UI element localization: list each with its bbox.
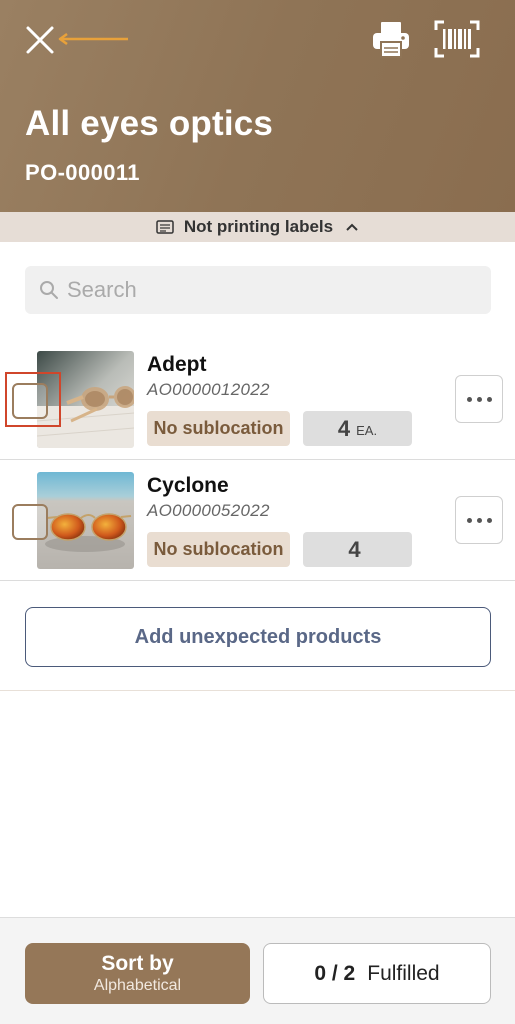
more-options-button[interactable] [455, 496, 503, 544]
product-name: Adept [147, 353, 207, 376]
more-options-button[interactable] [455, 375, 503, 423]
fulfilled-count: 0 / 2 [314, 961, 356, 985]
po-number: PO-000011 [25, 160, 140, 185]
sublocation-button[interactable]: No sublocation [147, 411, 290, 446]
printer-icon [373, 22, 409, 58]
more-dot [486, 396, 492, 402]
quantity-field[interactable]: 4 EA. [303, 411, 412, 446]
sublocation-button[interactable]: No sublocation [147, 532, 290, 567]
close-icon [26, 26, 54, 54]
header: All eyes optics PO-000011 [0, 0, 515, 212]
product-row: Cyclone AO0000052022 No sublocation 4 [0, 460, 515, 581]
close-button[interactable] [22, 22, 58, 58]
fulfilled-status[interactable]: 0 / 2 Fulfilled [263, 943, 491, 1004]
quantity-value: 4 [348, 536, 361, 562]
quantity-unit: EA. [356, 423, 378, 438]
quantity-field[interactable]: 4 [303, 532, 412, 567]
more-dot [486, 517, 492, 523]
scan-barcode-button[interactable] [434, 20, 480, 58]
search-input[interactable] [67, 277, 467, 303]
divider [0, 690, 515, 691]
product-sku: AO0000012022 [147, 380, 270, 399]
more-dot [476, 396, 482, 402]
label-printer-icon [156, 220, 174, 234]
more-dot [476, 517, 482, 523]
more-dots-icon [466, 396, 472, 402]
chevron-up-icon [346, 223, 358, 231]
add-unexpected-products-button[interactable]: Add unexpected products [25, 607, 491, 667]
annotation-arrow-icon [58, 32, 128, 46]
sort-by-button[interactable]: Sort by Alphabetical [25, 943, 250, 1004]
fulfilled-label: Fulfilled [367, 961, 440, 985]
more-dots-icon [466, 517, 472, 523]
print-button[interactable] [370, 20, 412, 60]
product-name: Cyclone [147, 474, 229, 497]
search-field[interactable] [25, 266, 491, 314]
barcode-scan-icon [434, 20, 480, 58]
sort-by-title: Sort by [101, 952, 174, 975]
quantity-value: 4 [337, 415, 351, 441]
highlight-annotation [5, 372, 61, 427]
printing-labels-text: Not printing labels [183, 217, 334, 236]
sort-by-value: Alphabetical [93, 977, 182, 994]
printing-labels-toggle[interactable]: Not printing labels [0, 212, 515, 242]
receive-checkbox[interactable] [12, 504, 48, 540]
page-title: All eyes optics [25, 104, 274, 143]
product-image [37, 472, 134, 569]
product-row: Adept AO0000012022 No sublocation 4 EA. [0, 339, 515, 460]
footer-bar: Sort by Alphabetical 0 / 2 Fulfilled [0, 917, 515, 1024]
product-sku: AO0000052022 [147, 501, 270, 520]
search-icon [40, 281, 58, 299]
